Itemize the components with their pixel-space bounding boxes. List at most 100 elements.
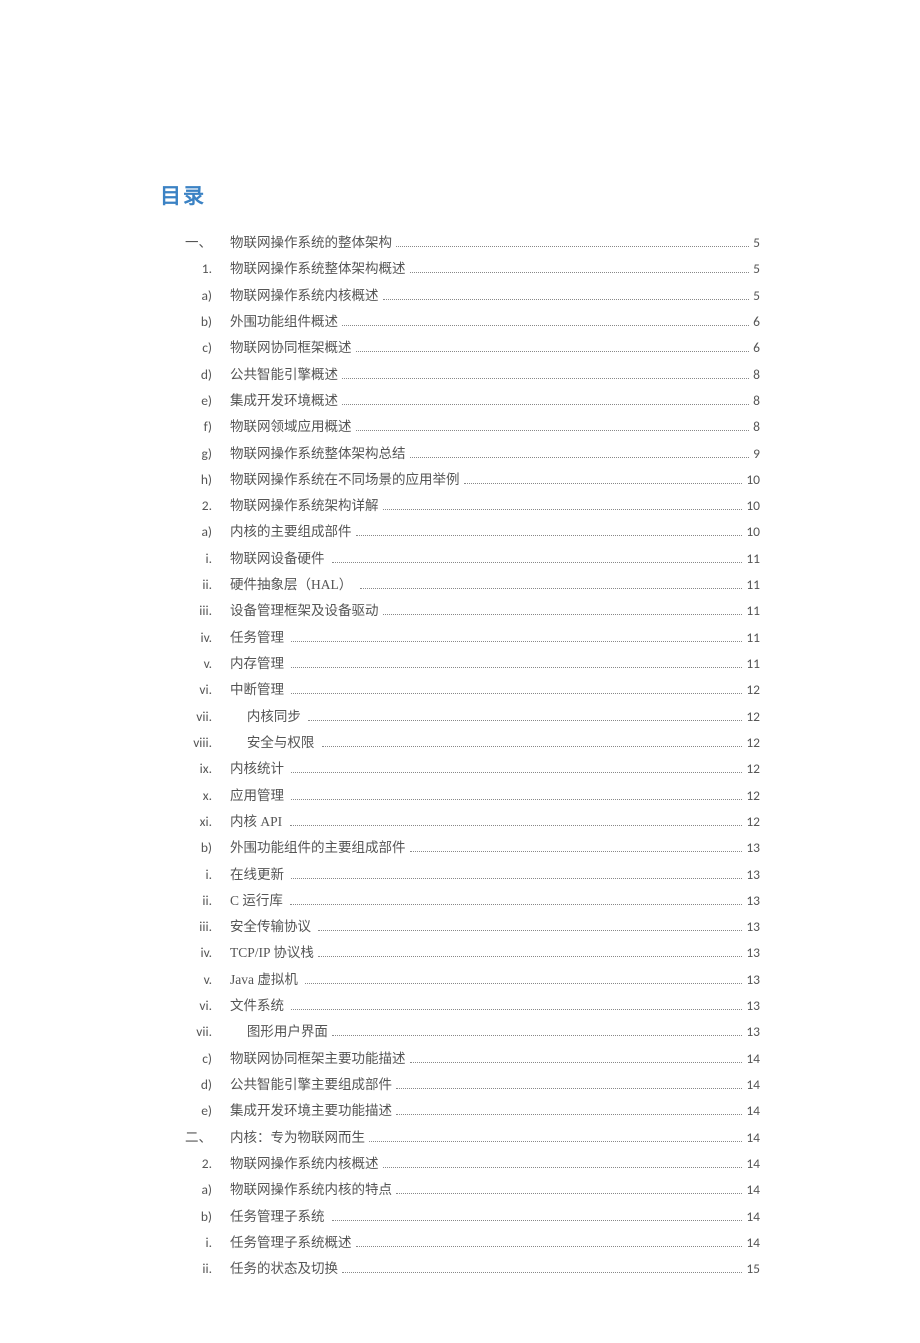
- toc-entry[interactable]: a)物联网操作系统内核的特点14: [160, 1177, 760, 1203]
- toc-entry-title: 硬件抽象层（HAL）: [230, 572, 356, 598]
- toc-entry[interactable]: i.在线更新 13: [160, 862, 760, 888]
- toc-entry[interactable]: b)任务管理子系统 14: [160, 1204, 760, 1230]
- toc-entry[interactable]: i.任务管理子系统概述14: [160, 1230, 760, 1256]
- toc-entry-page: 13: [746, 967, 760, 993]
- toc-entry-title: C 运行库: [230, 888, 286, 914]
- toc-entry[interactable]: vii. 图形用户界面13: [160, 1019, 760, 1045]
- toc-entry-title: 集成开发环境概述: [230, 388, 338, 414]
- toc-entry[interactable]: a)内核的主要组成部件10: [160, 519, 760, 545]
- toc-dot-leader: [342, 325, 749, 326]
- toc-entry[interactable]: ix.内核统计 12: [160, 756, 760, 782]
- toc-dot-leader: [332, 562, 742, 563]
- toc-entry-marker: b): [160, 835, 230, 861]
- toc-entry[interactable]: xi.内核 API 12: [160, 809, 760, 835]
- toc-dot-leader: [305, 983, 742, 984]
- toc-entry[interactable]: x.应用管理 12: [160, 783, 760, 809]
- toc-dot-leader: [396, 246, 749, 247]
- toc-entry-page: 13: [746, 940, 760, 966]
- toc-entry-title: 物联网操作系统架构详解: [230, 493, 379, 519]
- toc-entry[interactable]: f)物联网领域应用概述8: [160, 414, 760, 440]
- toc-entry[interactable]: iv.TCP/IP 协议栈13: [160, 940, 760, 966]
- toc-entry[interactable]: c)物联网协同框架概述6: [160, 335, 760, 361]
- toc-entry-title: 物联网操作系统内核概述: [230, 283, 379, 309]
- toc-entry[interactable]: g)物联网操作系统整体架构总结9: [160, 441, 760, 467]
- toc-entry-page: 12: [746, 783, 760, 809]
- toc-entry-marker: viii.: [160, 730, 230, 756]
- toc-entry-marker: ii.: [160, 1256, 230, 1282]
- toc-entry[interactable]: v.Java 虚拟机 13: [160, 967, 760, 993]
- toc-entry-marker: c): [160, 1046, 230, 1072]
- toc-entry-page: 13: [746, 862, 760, 888]
- toc-dot-leader: [383, 509, 743, 510]
- toc-entry[interactable]: vi.文件系统 13: [160, 993, 760, 1019]
- toc-entry[interactable]: iii.设备管理框架及设备驱动11: [160, 598, 760, 624]
- toc-dot-leader: [342, 404, 749, 405]
- toc-entry-title: 图形用户界面: [230, 1019, 328, 1045]
- toc-dot-leader: [396, 1114, 742, 1115]
- toc-dot-leader: [369, 1141, 742, 1142]
- toc-entry-title: 任务管理子系统概述: [230, 1230, 352, 1256]
- toc-entry[interactable]: e)集成开发环境概述8: [160, 388, 760, 414]
- toc-entry-title: 内核统计: [230, 756, 287, 782]
- toc-entry-marker: ix.: [160, 756, 230, 782]
- toc-dot-leader: [356, 430, 750, 431]
- toc-entry-page: 11: [746, 651, 760, 677]
- toc-entry[interactable]: h)物联网操作系统在不同场景的应用举例10: [160, 467, 760, 493]
- toc-entry-title: 任务管理: [230, 625, 287, 651]
- toc-entry-marker: vii.: [160, 704, 230, 730]
- toc-entry-title: 物联网操作系统内核概述: [230, 1151, 379, 1177]
- toc-entry-marker: b): [160, 1204, 230, 1230]
- toc-entry[interactable]: 二、内核：专为物联网而生14: [160, 1125, 760, 1151]
- toc-entry[interactable]: b)外围功能组件的主要组成部件13: [160, 835, 760, 861]
- toc-entry-title: 公共智能引擎概述: [230, 362, 338, 388]
- toc-entry[interactable]: vii. 内核同步 12: [160, 704, 760, 730]
- toc-entry[interactable]: v.内存管理 11: [160, 651, 760, 677]
- toc-entry-title: 内核同步: [230, 704, 304, 730]
- toc-entry-page: 12: [746, 809, 760, 835]
- toc-dot-leader: [291, 878, 742, 879]
- toc-entry[interactable]: 2.物联网操作系统内核概述14: [160, 1151, 760, 1177]
- toc-entry[interactable]: vi.中断管理 12: [160, 677, 760, 703]
- toc-entry[interactable]: 2.物联网操作系统架构详解10: [160, 493, 760, 519]
- toc-entry[interactable]: i.物联网设备硬件 11: [160, 546, 760, 572]
- toc-dot-leader: [342, 378, 749, 379]
- toc-entry-title: 内存管理: [230, 651, 287, 677]
- toc-entry[interactable]: e)集成开发环境主要功能描述14: [160, 1098, 760, 1124]
- toc-entry-page: 12: [746, 677, 760, 703]
- toc-entry[interactable]: iv.任务管理 11: [160, 625, 760, 651]
- toc-entry[interactable]: ii.C 运行库 13: [160, 888, 760, 914]
- toc-entry[interactable]: d)公共智能引擎主要组成部件14: [160, 1072, 760, 1098]
- toc-entry[interactable]: ii.硬件抽象层（HAL） 11: [160, 572, 760, 598]
- toc-entry-page: 14: [746, 1072, 760, 1098]
- toc-entry-marker: iv.: [160, 625, 230, 651]
- toc-entry-marker: a): [160, 1177, 230, 1203]
- toc-entry-title: 公共智能引擎主要组成部件: [230, 1072, 392, 1098]
- toc-entry-title: 物联网领域应用概述: [230, 414, 352, 440]
- toc-entry-page: 12: [746, 730, 760, 756]
- toc-entry[interactable]: a)物联网操作系统内核概述5: [160, 283, 760, 309]
- toc-entry-marker: v.: [160, 967, 230, 993]
- toc-entry[interactable]: ii.任务的状态及切换15: [160, 1256, 760, 1282]
- toc-entry-page: 5: [753, 256, 760, 282]
- toc-entry[interactable]: 1.物联网操作系统整体架构概述5: [160, 256, 760, 282]
- toc-entry[interactable]: 一、物联网操作系统的整体架构5: [160, 230, 760, 256]
- toc-dot-leader: [410, 1062, 743, 1063]
- toc-entry[interactable]: b)外围功能组件概述6: [160, 309, 760, 335]
- toc-entry[interactable]: iii.安全传输协议 13: [160, 914, 760, 940]
- toc-entry-marker: c): [160, 335, 230, 361]
- toc-dot-leader: [356, 535, 743, 536]
- toc-entry-title: 物联网设备硬件: [230, 546, 328, 572]
- toc-entry-page: 6: [753, 335, 760, 361]
- toc-entry-marker: 二、: [160, 1125, 230, 1151]
- toc-entry[interactable]: d)公共智能引擎概述8: [160, 362, 760, 388]
- toc-entry-marker: 2.: [160, 1151, 230, 1177]
- toc-entry-title: 物联网操作系统整体架构总结: [230, 441, 406, 467]
- toc-entry-page: 15: [746, 1256, 760, 1282]
- toc-entry-title: 外围功能组件的主要组成部件: [230, 835, 406, 861]
- toc-entry-marker: xi.: [160, 809, 230, 835]
- toc-entry-marker: e): [160, 388, 230, 414]
- toc-dot-leader: [383, 614, 743, 615]
- toc-entry[interactable]: viii. 安全与权限 12: [160, 730, 760, 756]
- toc-entry[interactable]: c)物联网协同框架主要功能描述14: [160, 1046, 760, 1072]
- toc-dot-leader: [342, 1272, 742, 1273]
